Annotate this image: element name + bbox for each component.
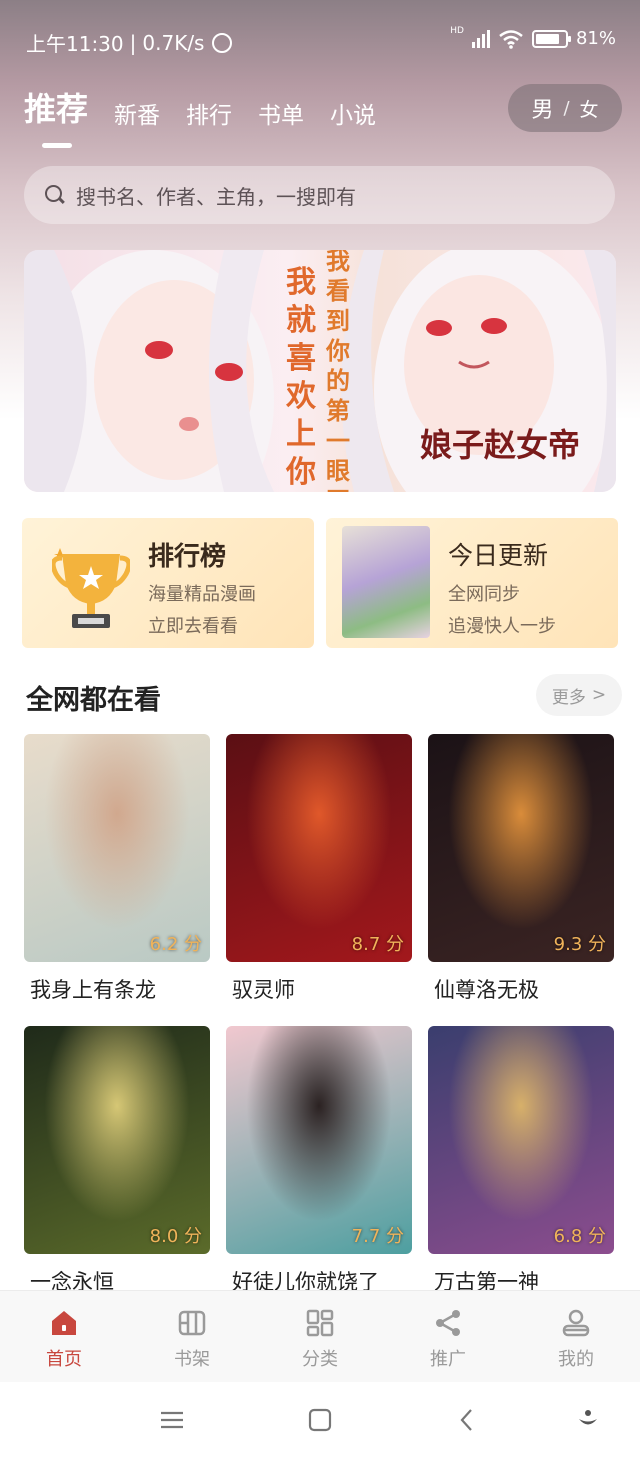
ranking-card-title: 排行榜	[148, 542, 227, 572]
tab-promote-label: 推广	[430, 1349, 466, 1370]
more-label: 更多	[551, 687, 586, 708]
category-icon	[306, 1309, 334, 1337]
tab-booklist[interactable]: 书单	[258, 96, 304, 134]
comic-card[interactable]: 8.0 分 一念永恒	[24, 1026, 212, 1296]
comic-cover: 8.0 分	[24, 1026, 210, 1254]
tab-profile-label: 我的	[558, 1349, 594, 1370]
banner-caption-1: 我就喜欢上你了	[286, 265, 316, 490]
assistant-icon[interactable]	[574, 1406, 602, 1434]
gender-female[interactable]: 女	[580, 95, 599, 122]
home-button-icon[interactable]	[306, 1406, 334, 1434]
feature-cards: 排行榜 海量精品漫画 立即去看看 今日更新 全网同步 追漫快人一步	[22, 518, 618, 648]
comic-card[interactable]: 6.8 分 万古第一神	[428, 1026, 616, 1296]
comic-title: 仙尊洛无极	[434, 978, 539, 1002]
trophy-icon	[52, 548, 130, 628]
comic-score: 8.7 分	[351, 934, 404, 955]
tab-ranking[interactable]: 排行	[186, 96, 232, 134]
battery-percent: 81%	[575, 28, 616, 49]
battery-icon	[531, 29, 571, 48]
more-button[interactable]: 更多 >	[536, 674, 622, 716]
system-nav-bar	[0, 1382, 640, 1458]
tab-promote[interactable]: 推广	[384, 1291, 512, 1382]
today-update-line2: 追漫快人一步	[448, 616, 556, 637]
comic-cover: 6.2 分	[24, 734, 210, 962]
search-icon	[44, 184, 66, 206]
signal-icon	[471, 29, 490, 48]
comic-score: 6.8 分	[553, 1226, 606, 1247]
comic-card[interactable]: 7.7 分 好徒儿你就饶了	[226, 1026, 414, 1296]
gender-toggle[interactable]: 男 / 女	[508, 84, 622, 132]
wifi-icon	[499, 29, 523, 49]
comic-cover: 6.8 分	[428, 1026, 614, 1254]
gender-male[interactable]: 男	[531, 92, 553, 124]
tab-novel[interactable]: 小说	[330, 96, 376, 134]
tab-bookshelf[interactable]: 书架	[128, 1291, 256, 1382]
gender-separator: /	[563, 97, 570, 119]
status-bar: 上午11:30 | 0.7K/s HD 81%	[26, 25, 616, 57]
bookshelf-icon	[178, 1310, 206, 1336]
share-icon	[436, 1310, 460, 1336]
tab-profile[interactable]: 我的	[512, 1291, 640, 1382]
today-update-line1: 全网同步	[448, 584, 520, 605]
chevron-right-icon: >	[591, 685, 607, 705]
banner-logo: 娘子赵女帝	[420, 426, 581, 464]
comic-score: 6.2 分	[149, 934, 202, 955]
comic-card[interactable]: 8.7 分 驭灵师	[226, 734, 414, 1004]
menu-icon[interactable]	[158, 1406, 186, 1434]
ranking-card-line2: 立即去看看	[148, 616, 238, 637]
profile-icon	[562, 1309, 590, 1337]
status-time: 上午11:30	[26, 32, 124, 56]
today-update-cover	[342, 526, 430, 638]
alarm-icon	[212, 32, 233, 53]
comic-score: 9.3 分	[553, 934, 606, 955]
tab-home-label: 首页	[46, 1349, 82, 1370]
tab-category[interactable]: 分类	[256, 1291, 384, 1382]
home-icon	[52, 1311, 76, 1335]
today-update-title: 今日更新	[448, 541, 549, 570]
banner-caption-2: 我看到你的第一眼开始	[326, 250, 350, 492]
today-update-card[interactable]: 今日更新 全网同步 追漫快人一步	[326, 518, 618, 648]
comic-title: 驭灵师	[232, 978, 295, 1002]
tab-new[interactable]: 新番	[114, 96, 160, 134]
comic-score: 8.0 分	[149, 1226, 202, 1247]
search-bar[interactable]: 搜书名、作者、主角，一搜即有	[24, 166, 615, 224]
tab-bookshelf-label: 书架	[174, 1349, 210, 1370]
comic-cover: 7.7 分	[226, 1026, 412, 1254]
comic-cover: 9.3 分	[428, 734, 614, 962]
tab-home[interactable]: 首页	[0, 1291, 128, 1382]
comic-card[interactable]: 6.2 分 我身上有条龙	[24, 734, 212, 1004]
bottom-tab-bar: 首页 书架 分类 推广 我的	[0, 1290, 640, 1382]
comic-title: 我身上有条龙	[30, 978, 156, 1002]
comic-cover: 8.7 分	[226, 734, 412, 962]
category-tabs: 推荐 新番 排行 书单 小说	[24, 84, 376, 148]
banner-carousel[interactable]: 我就喜欢上你了 我看到你的第一眼开始 娘子赵女帝	[24, 250, 616, 492]
search-placeholder: 搜书名、作者、主角，一搜即有	[76, 184, 356, 209]
tab-recommend[interactable]: 推荐	[24, 84, 88, 148]
comic-card[interactable]: 9.3 分 仙尊洛无极	[428, 734, 616, 1004]
tab-category-label: 分类	[302, 1349, 338, 1370]
comic-score: 7.7 分	[351, 1226, 404, 1247]
section-title: 全网都在看	[26, 685, 161, 716]
network-type: HD	[450, 25, 464, 36]
status-speed: 0.7K/s	[142, 30, 205, 55]
ranking-card-line1: 海量精品漫画	[148, 584, 256, 605]
back-icon[interactable]	[454, 1406, 482, 1434]
ranking-card[interactable]: 排行榜 海量精品漫画 立即去看看	[22, 518, 314, 648]
